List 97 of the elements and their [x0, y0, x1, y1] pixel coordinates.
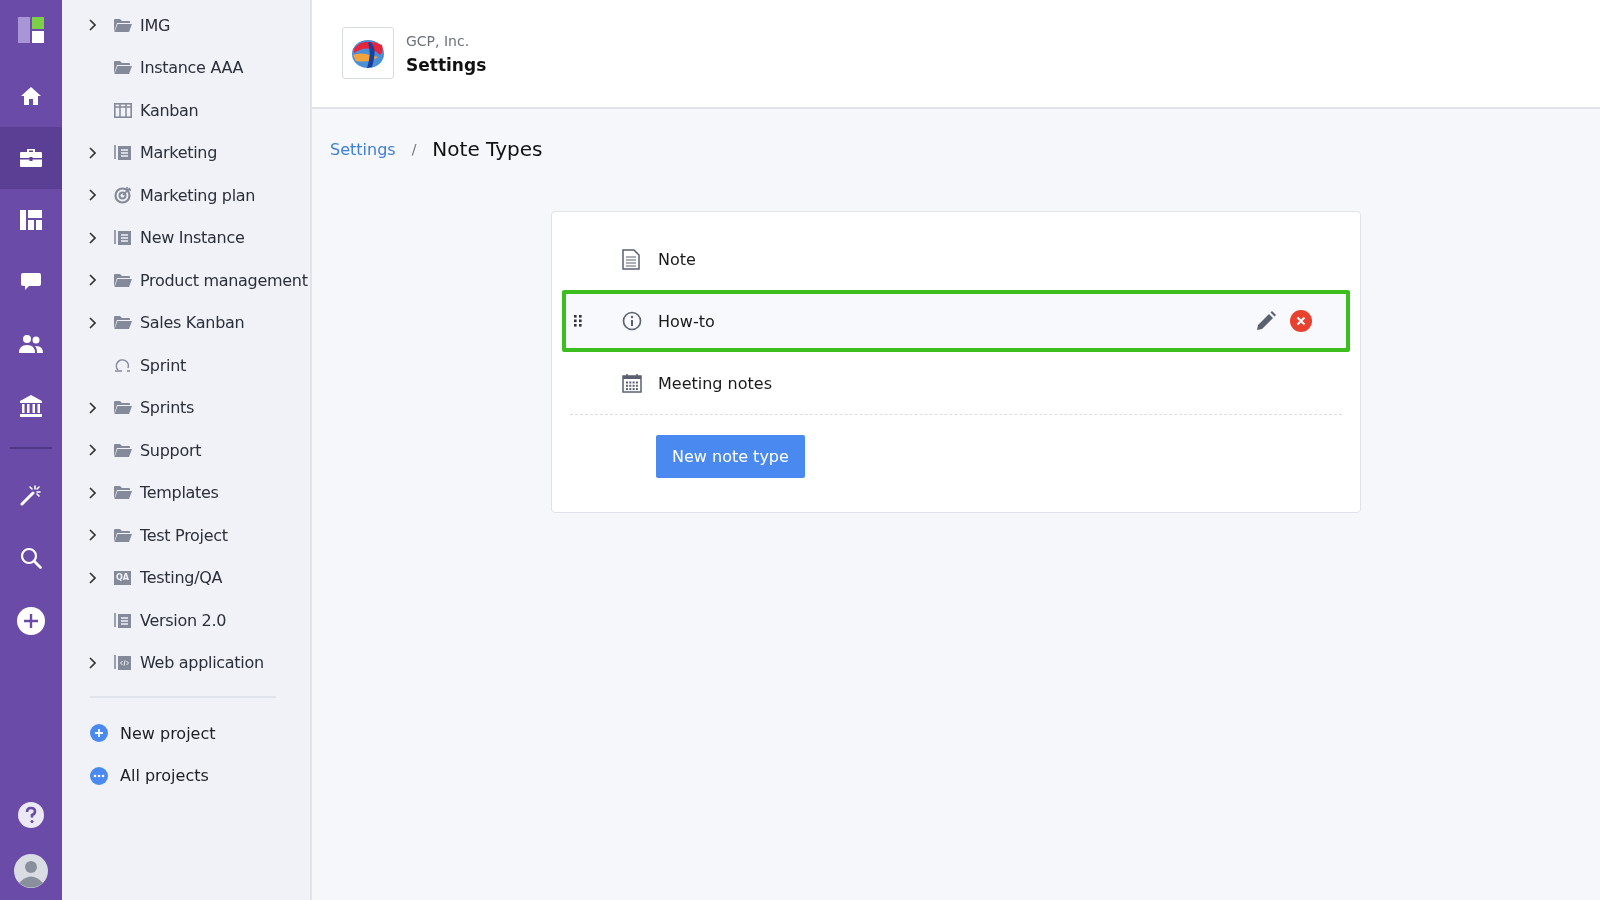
delete-icon[interactable] [1290, 310, 1312, 332]
project-name: Web application [140, 653, 264, 673]
chevron-right-icon[interactable] [88, 486, 96, 499]
people-icon [19, 334, 43, 354]
project-name: Test Project [140, 525, 228, 545]
folder-icon [114, 272, 132, 288]
project-name: Templates [140, 483, 219, 503]
project-item[interactable]: Templates [62, 471, 310, 514]
chevron-right-icon[interactable] [88, 189, 96, 202]
chevron-right-icon[interactable] [88, 146, 96, 159]
project-name: Kanban [140, 100, 199, 120]
company-name: GCP, Inc. [406, 32, 471, 49]
stacked-list-icon [114, 229, 132, 247]
project-name: Sales Kanban [140, 313, 245, 333]
folder-icon [114, 527, 132, 543]
note-type-name: Note [658, 249, 697, 269]
calendar-icon [622, 373, 642, 393]
breadcrumb-separator: / [411, 141, 417, 157]
project-name: Version 2.0 [140, 610, 227, 630]
project-item[interactable]: Instance AAA [62, 46, 310, 89]
project-name: Product management [140, 270, 308, 290]
project-item[interactable]: QA Testing/QA [62, 556, 310, 599]
chevron-right-icon[interactable] [88, 571, 96, 584]
bank-icon [19, 395, 43, 417]
project-item[interactable]: Version 2.0 [62, 599, 310, 642]
help-icon[interactable] [18, 802, 44, 828]
board-icon [114, 102, 132, 118]
breadcrumb-link[interactable]: Settings [330, 139, 396, 159]
chevron-right-icon[interactable] [88, 401, 96, 414]
stacked-list-icon [114, 144, 132, 162]
project-name: Instance AAA [140, 58, 244, 78]
note-type-name: How-to [658, 311, 716, 331]
project-name: Sprints [140, 398, 194, 418]
chevron-right-icon[interactable] [88, 656, 96, 669]
project-name: IMG [140, 15, 171, 35]
chevron-right-icon[interactable] [88, 19, 96, 32]
briefcase-icon [19, 148, 43, 168]
loop-icon [114, 357, 132, 374]
target-icon [114, 186, 132, 205]
project-name: Testing/QA [140, 568, 223, 588]
folder-icon [114, 315, 132, 331]
breadcrumb-current: Note Types [432, 137, 543, 161]
project-item[interactable]: Marketing [62, 131, 310, 174]
add-icon[interactable] [17, 606, 45, 635]
chevron-right-icon[interactable] [88, 316, 96, 329]
info-icon [622, 311, 642, 331]
note-type-row[interactable]: Meeting notes [562, 352, 1350, 414]
folder-icon [114, 485, 132, 501]
action-label: New project [120, 723, 216, 743]
project-item[interactable]: Web application [62, 641, 310, 684]
drag-handle-icon[interactable] [574, 315, 582, 327]
project-item[interactable]: IMG [62, 4, 310, 47]
project-item[interactable]: Kanban [62, 89, 310, 132]
app-logo-icon[interactable] [18, 17, 44, 43]
chevron-right-icon[interactable] [88, 231, 96, 244]
page-title: Settings [406, 54, 487, 75]
folder-icon [114, 17, 132, 33]
project-item[interactable]: Marketing plan [62, 174, 310, 217]
home-icon [20, 86, 42, 106]
project-name: Sprint [140, 355, 186, 375]
magic-wand-icon[interactable] [20, 483, 42, 506]
company-logo-icon [342, 26, 394, 79]
project-name: New Instance [140, 228, 245, 248]
action-label: All projects [120, 766, 209, 786]
project-item[interactable]: Product management [62, 259, 310, 302]
qa-icon: QA [114, 570, 131, 585]
search-icon[interactable] [20, 546, 42, 569]
chevron-right-icon[interactable] [88, 444, 96, 457]
project-action-link[interactable]: All projects [62, 754, 310, 797]
project-item[interactable]: Sprint [62, 344, 310, 387]
code-window-icon [114, 654, 132, 672]
folder-icon [114, 400, 132, 416]
folder-icon [114, 442, 132, 458]
project-item[interactable]: Support [62, 429, 310, 472]
add-icon [90, 724, 108, 743]
stacked-list-icon [114, 611, 132, 629]
dashboard-icon [20, 210, 42, 230]
project-name: Marketing [140, 143, 218, 163]
project-name: Support [140, 440, 202, 460]
note-type-name: Meeting notes [658, 373, 773, 393]
project-item[interactable]: Sprints [62, 386, 310, 429]
project-item[interactable]: Sales Kanban [62, 301, 310, 344]
document-icon [622, 248, 640, 270]
folder-icon [114, 60, 132, 76]
project-name: Marketing plan [140, 185, 256, 205]
nav-rail-button[interactable] [0, 127, 62, 189]
project-action-link[interactable]: New project [62, 712, 310, 755]
chevron-right-icon[interactable] [88, 274, 96, 287]
project-item[interactable]: Test Project [62, 514, 310, 557]
chevron-right-icon[interactable] [88, 529, 96, 542]
edit-pencil-icon[interactable] [1256, 311, 1276, 331]
chat-icon [20, 272, 42, 292]
avatar-icon[interactable] [14, 854, 48, 888]
project-item[interactable]: New Instance [62, 216, 310, 259]
note-type-row[interactable]: Note [562, 228, 1350, 290]
more-icon [90, 766, 108, 785]
note-type-row[interactable]: How-to [562, 290, 1350, 352]
